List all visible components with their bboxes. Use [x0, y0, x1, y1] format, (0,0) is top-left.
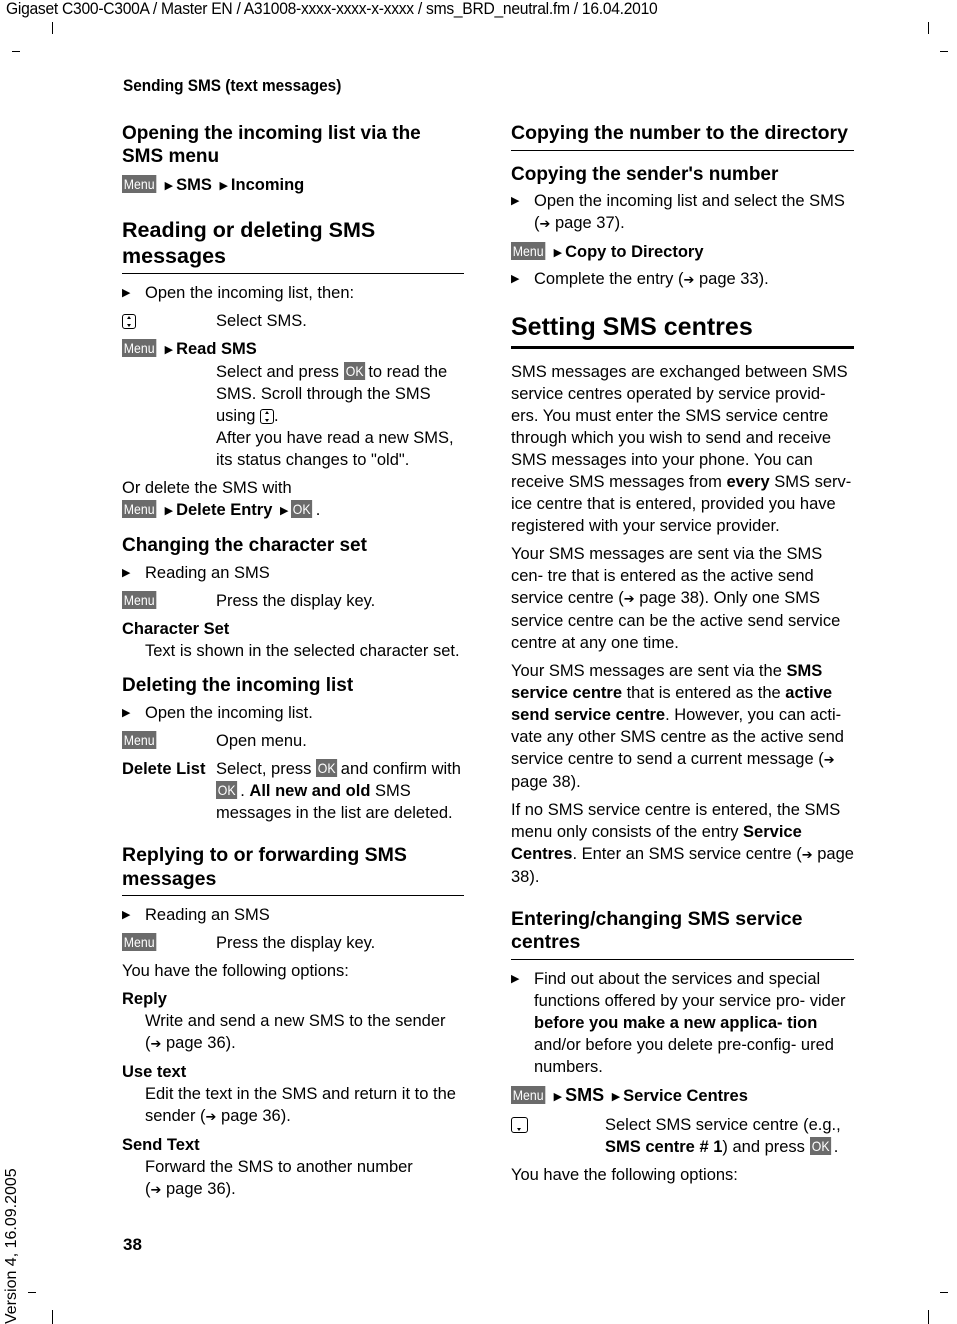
menu-path-service-centres: Menu ▶ SMS ▶ Service Centres — [511, 1084, 854, 1108]
bullet-triangle-icon: ▶ — [122, 287, 131, 299]
running-section-title: Sending SMS (text messages) — [123, 77, 342, 95]
option-title: Reply — [122, 990, 167, 1008]
path-arrow-icon: ▶ — [164, 180, 174, 192]
path-arrow-icon: ▶ — [164, 344, 174, 356]
options-intro: You have the following options: — [511, 1165, 738, 1184]
bullet-item: ▶ Complete the entry (➔ page 33). — [511, 269, 769, 288]
navigation-key-up-down-icon — [122, 314, 136, 329]
reference-arrow-icon: ➔ — [623, 590, 635, 606]
bullet-triangle-icon: ▶ — [122, 707, 131, 719]
heading-opening-incoming: Opening the incoming list via the SMS me… — [122, 123, 421, 167]
bullet-item: ▶ Open the incoming list and select the S… — [511, 191, 845, 232]
reference-arrow-icon: ➔ — [150, 1036, 162, 1051]
ok-key: OK — [291, 500, 313, 518]
left-column: Opening the incoming list via the SMS me… — [122, 122, 464, 1201]
instruction-row: Delete List Select, press OK and confirm… — [122, 759, 461, 822]
instruction-row: Menu Press the display key. — [122, 591, 376, 610]
menu-path-incoming: Menu ▶ SMS ▶ Incoming — [122, 174, 464, 197]
path-arrow-icon: ▶ — [611, 1090, 621, 1103]
path-arrow-icon: ▶ — [553, 1090, 563, 1103]
reference-arrow-icon: ➔ — [801, 846, 813, 862]
menu-key: Menu — [122, 591, 157, 609]
heading-replying-forwarding: Replying to or forwarding SMS messages — [122, 844, 464, 896]
path-arrow-icon: ▶ — [553, 246, 563, 259]
reference-arrow-icon: ➔ — [539, 215, 551, 231]
heading-deleting-incoming-list: Deleting the incoming list — [122, 675, 354, 696]
heading-copying-number: Copying the number to the directory — [511, 122, 854, 151]
menu-key: Menu — [122, 500, 157, 518]
bullet-item: ▶ Reading an SMS — [122, 906, 270, 924]
path-arrow-icon: ▶ — [164, 505, 174, 517]
bullet-triangle-icon: ▶ — [511, 194, 520, 207]
crop-mark — [12, 51, 20, 52]
bullet-item: ▶ Reading an SMS — [122, 564, 270, 582]
instruction-row: Menu Press the display key. — [122, 933, 376, 952]
paragraph: SMS messages are exchanged between SMS s… — [511, 362, 852, 535]
menu-key: Menu — [511, 241, 546, 260]
ok-key: OK — [216, 781, 238, 799]
option-description: Write and send a new SMS to the sender (… — [145, 1012, 446, 1052]
paragraph: If no SMS service centre is entered, the… — [511, 800, 854, 886]
ok-key: OK — [315, 759, 338, 777]
heading-entering-changing-centres: Entering/changing SMS service centres — [511, 908, 854, 960]
heading-copying-sender-number: Copying the sender's number — [511, 163, 779, 185]
option-description: Text is shown in the selected character … — [145, 642, 460, 660]
bullet-item: ▶ Open the incoming list. — [122, 704, 313, 722]
crop-mark — [940, 51, 948, 52]
instruction-row: Menu Open menu. — [122, 731, 307, 750]
paragraph: Your SMS messages are sent via the SMS s… — [511, 661, 844, 791]
heading-setting-sms-centres: Setting SMS centres — [511, 311, 854, 349]
right-column: Copying the number to the directory Copy… — [511, 122, 854, 1186]
instruction-row: Select SMS. — [122, 310, 464, 332]
instruction-row: Select SMS service centre (e.g., SMS cen… — [511, 1114, 854, 1158]
options-intro: You have the following options: — [122, 962, 349, 980]
option-description: Forward the SMS to another number (➔ page… — [145, 1158, 413, 1198]
menu-key: Menu — [122, 339, 157, 357]
crop-mark — [928, 1310, 929, 1324]
reference-arrow-icon: ➔ — [205, 1109, 217, 1124]
delete-sms-instruction: Or delete the SMS with Menu ▶ Delete Entr… — [122, 477, 464, 522]
heading-reading-deleting: Reading or deleting SMS messages — [122, 217, 464, 274]
bullet-item: ▶ Open the incoming list, then: — [122, 284, 355, 302]
crop-mark — [52, 1310, 53, 1324]
option-title: Send Text — [122, 1136, 200, 1154]
menu-key: Menu — [122, 175, 157, 193]
option-description: Edit the text in the SMS and return it t… — [145, 1085, 456, 1125]
menu-key: Menu — [511, 1085, 546, 1104]
bullet-triangle-icon: ▶ — [511, 972, 520, 985]
menu-key: Menu — [122, 933, 157, 951]
ok-key: OK — [809, 1136, 831, 1155]
bullet-triangle-icon: ▶ — [511, 272, 520, 285]
heading-changing-charset: Changing the character set — [122, 535, 367, 556]
crop-mark — [940, 1292, 948, 1293]
bullet-triangle-icon: ▶ — [122, 567, 131, 579]
option-title: Use text — [122, 1063, 187, 1081]
crop-mark — [28, 1292, 36, 1293]
menu-path-copy-directory: Menu ▶ Copy to Directory — [511, 241, 854, 264]
menu-key: Menu — [122, 731, 157, 749]
reference-arrow-icon: ➔ — [150, 1182, 162, 1197]
paragraph: Your SMS messages are sent via the SMS c… — [511, 544, 841, 652]
navigation-key-up-down-icon — [260, 409, 275, 424]
document-header: Gigaset C300-C300A / Master EN / A31008-… — [6, 0, 658, 18]
crop-mark — [52, 22, 53, 34]
bullet-item: ▶ Find out about the services and special… — [511, 969, 846, 1076]
path-arrow-icon: ▶ — [279, 505, 289, 517]
navigation-key-down-icon — [511, 1116, 528, 1133]
reference-arrow-icon: ➔ — [683, 271, 695, 287]
path-arrow-icon: ▶ — [219, 180, 228, 192]
page-number: 38 — [123, 1235, 142, 1254]
version-note: Version 4, 16.09.2005 — [3, 1168, 20, 1324]
crop-mark — [928, 22, 929, 34]
bullet-triangle-icon: ▶ — [122, 909, 131, 921]
instruction-row: Select and press OK to read the SMS. Scr… — [216, 362, 454, 469]
option-title: Character Set — [122, 620, 230, 638]
menu-path-read-sms: Menu ▶ Read SMS — [122, 338, 464, 361]
ok-key: OK — [343, 362, 365, 380]
reference-arrow-icon: ➔ — [823, 751, 835, 767]
